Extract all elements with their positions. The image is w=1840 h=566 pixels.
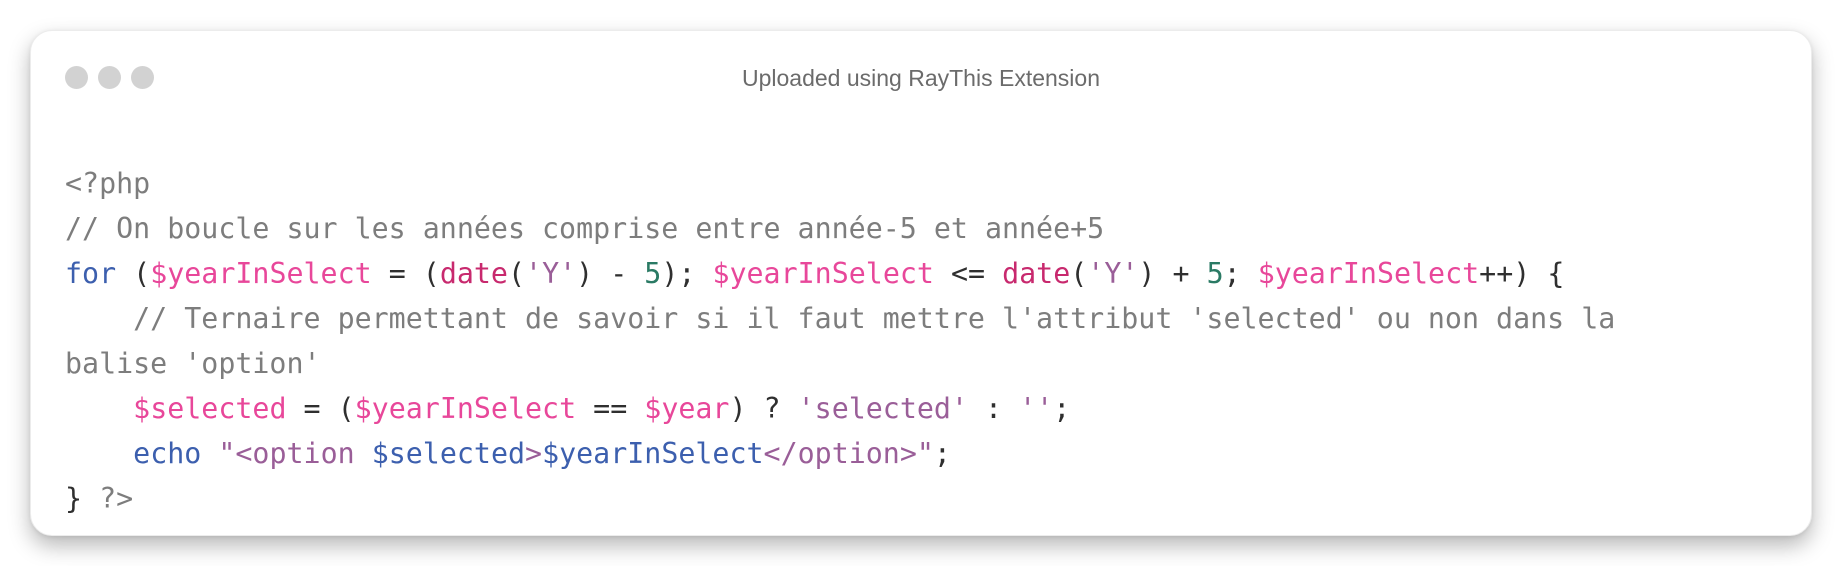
code-token-comment: // On boucle sur les années comprise ent… [65, 212, 1105, 245]
code-token-variable: $year [644, 392, 730, 425]
code-token-default: ++) { [1479, 257, 1565, 290]
code-token-string: '' [1019, 392, 1054, 425]
code-line: <?php [65, 161, 1795, 206]
code-token-default: ; [1053, 392, 1071, 425]
title-bar: Uploaded using RayThis Extension [31, 31, 1811, 123]
code-line: $selected = ($yearInSelect == $year) ? '… [65, 386, 1795, 431]
code-line: for ($yearInSelect = (date('Y') - 5); $y… [65, 251, 1795, 296]
code-token-variable: $yearInSelect [712, 257, 934, 290]
code-token-default: = ( [286, 392, 355, 425]
code-token-variable: $yearInSelect [1257, 257, 1480, 290]
code-token-default: <= [933, 257, 1003, 290]
code-token-comment: // Ternaire permettant de savoir si il f… [65, 302, 1616, 335]
code-token-string: > [525, 437, 543, 470]
code-token-default [65, 392, 133, 425]
code-token-default: ) - [576, 257, 645, 290]
code-token-variable: $yearInSelect [354, 392, 577, 425]
code-window: Uploaded using RayThis Extension <?php //… [30, 30, 1812, 536]
code-token-keyword: $selected [371, 437, 526, 470]
code-token-default: ( [1070, 257, 1088, 290]
code-token-string: 'selected' [797, 392, 968, 425]
code-token-function: date [439, 257, 508, 290]
window-title: Uploaded using RayThis Extension [742, 65, 1100, 91]
code-token-meta: <?php [65, 167, 151, 200]
code-token-default: ; [933, 437, 951, 470]
code-token-string: "<option [218, 437, 372, 470]
code-line: echo "<option $selected>$yearInSelect</o… [65, 431, 1795, 476]
code-token-string: 'Y' [1087, 257, 1139, 290]
code-token-default [201, 437, 218, 470]
code-token-default [65, 437, 133, 470]
code-token-keyword: $yearInSelect [542, 437, 764, 470]
code-block: <?php // On boucle sur les années compris… [65, 161, 1795, 521]
code-token-default: ) + [1138, 257, 1207, 290]
code-token-comment: balise 'option' [65, 347, 321, 380]
code-token-default: ( [507, 257, 526, 290]
code-token-default: == [576, 392, 645, 425]
code-line: // On boucle sur les années comprise ent… [65, 206, 1795, 251]
code-token-number: 5 [644, 257, 662, 290]
code-token-function: date [1002, 257, 1071, 290]
code-token-keyword: echo [133, 437, 202, 470]
code-token-variable: $yearInSelect [150, 257, 372, 290]
code-token-default: ; [1223, 257, 1258, 290]
code-token-default: ); [661, 257, 713, 290]
code-token-default: ( [116, 257, 151, 290]
code-token-default: = ( [371, 257, 440, 290]
code-token-meta: ?> [99, 482, 134, 515]
code-line: } ?> [65, 476, 1795, 521]
code-token-default: } [65, 482, 100, 515]
code-token-default: : [968, 392, 1020, 425]
code-line: balise 'option' [65, 341, 1795, 386]
code-token-string: </option>" [763, 437, 934, 470]
code-token-keyword: for [65, 257, 117, 290]
code-token-number: 5 [1206, 257, 1224, 290]
code-line: // Ternaire permettant de savoir si il f… [65, 296, 1795, 341]
code-token-string: 'Y' [525, 257, 577, 290]
code-token-variable: $selected [133, 392, 287, 425]
code-token-default: ) ? [729, 392, 798, 425]
